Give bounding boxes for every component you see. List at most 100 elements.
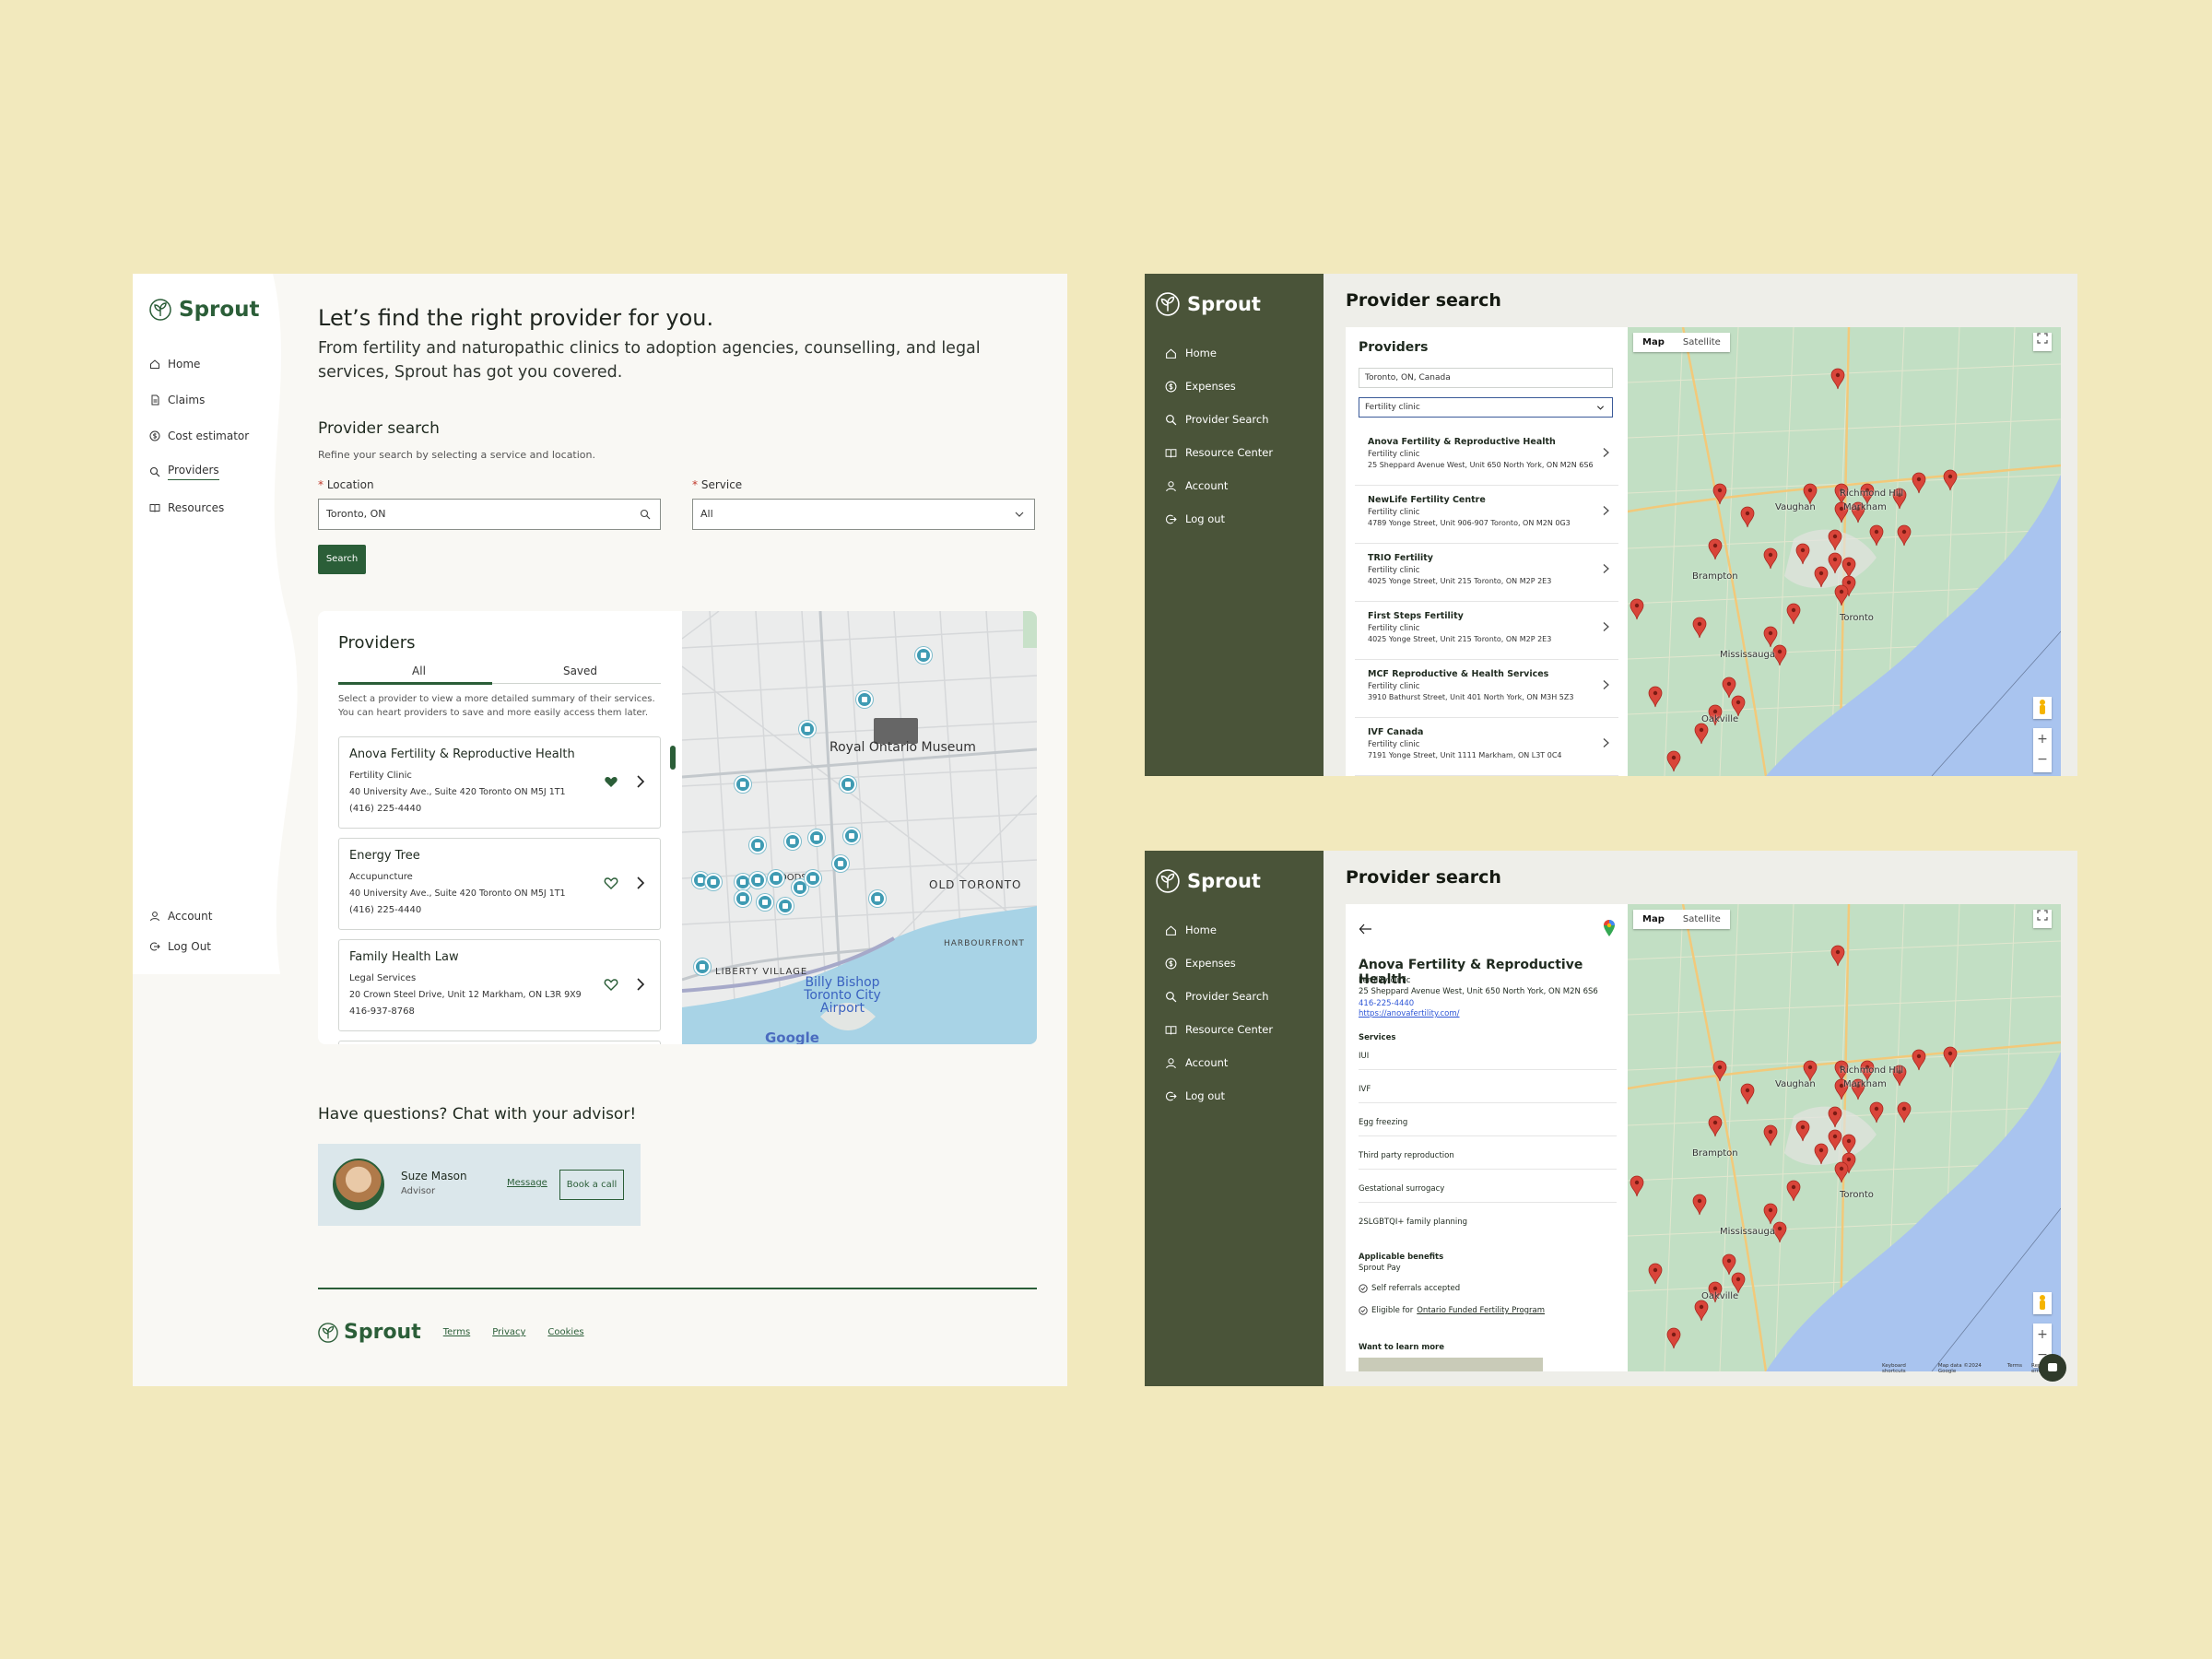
chat-advisor-button[interactable] — [1359, 1358, 1543, 1371]
list-scrollbar[interactable] — [670, 746, 676, 770]
fullscreen-button[interactable] — [2033, 333, 2052, 351]
map-type-satellite-button[interactable]: Satellite — [1674, 333, 1730, 352]
provider-card[interactable]: Energy Tree Accupuncture 40 University A… — [338, 838, 661, 930]
chevron-right-icon[interactable] — [634, 876, 647, 890]
footer-logo[interactable]: Sprout — [318, 1321, 421, 1344]
location-input[interactable]: Toronto, ON, Canada — [1359, 368, 1613, 388]
sidebar-item-resource-center[interactable]: Resource Center — [1165, 1013, 1273, 1046]
heart-outline-icon[interactable] — [604, 876, 618, 890]
map-marker[interactable] — [694, 959, 711, 975]
sidebar-item-expenses[interactable]: Expenses — [1165, 370, 1273, 403]
chevron-right-icon[interactable] — [634, 977, 647, 992]
map-marker[interactable] — [784, 833, 801, 850]
provider-website-link[interactable]: https://anovafertility.com/ — [1359, 1009, 1460, 1018]
zoom-out-button[interactable]: − — [2033, 750, 2052, 772]
map-marker[interactable] — [768, 870, 784, 887]
map-marker[interactable] — [705, 874, 722, 890]
sprout-logo[interactable]: Sprout — [1156, 292, 1261, 316]
map-marker[interactable] — [869, 890, 886, 907]
sidebar-item-account[interactable]: Account — [149, 900, 212, 931]
map-marker[interactable] — [808, 830, 825, 846]
sidebar-item-log-out[interactable]: Log out — [1165, 1079, 1273, 1112]
provider-card[interactable]: Anova Fertility & Reproductive Health Fe… — [338, 736, 661, 829]
footer-link-terms[interactable]: Terms — [443, 1327, 470, 1337]
footer-link-privacy[interactable]: Privacy — [492, 1327, 525, 1337]
map-type-map-button[interactable]: Map — [1633, 910, 1674, 929]
sidebar-item-log-out[interactable]: Log out — [1165, 502, 1273, 535]
tab-all[interactable]: All — [338, 665, 500, 677]
map-terms-link[interactable]: Terms — [2007, 1363, 2022, 1374]
chevron-right-icon[interactable] — [634, 774, 647, 789]
map-marker[interactable] — [799, 721, 816, 737]
back-arrow-icon[interactable] — [1359, 923, 1373, 935]
provider-card[interactable]: Family Health Law Legal Services 20 Crow… — [338, 939, 661, 1031]
message-link[interactable]: Message — [507, 1178, 547, 1188]
map-marker[interactable] — [856, 691, 873, 708]
zoom-in-button[interactable]: + — [2033, 728, 2052, 750]
providers-title: Providers — [1359, 340, 1429, 355]
provider-list-item[interactable]: IVF Canada Fertility clinic 7191 Yonge Str… — [1355, 719, 1618, 776]
provider-list-item[interactable]: MCF Reproductive & Health Services Fertil… — [1355, 661, 1618, 718]
sidebar-item-account[interactable]: Account — [1165, 469, 1273, 502]
provider-phone[interactable]: 416-225-4440 — [1359, 999, 1414, 1008]
sprout-logo[interactable]: Sprout — [1156, 869, 1261, 893]
location-input[interactable]: Toronto, ON — [318, 499, 661, 530]
sidebar-item-providers[interactable]: Providers — [149, 453, 260, 489]
map-keyboard-shortcuts[interactable]: Keyboard shortcuts — [1882, 1363, 1929, 1374]
provider-list-item[interactable]: TRIO Fertility Fertility clinic 4025 Yonge… — [1355, 545, 1618, 602]
map-pin-dot — [1777, 1226, 1783, 1231]
street-view-pegman[interactable] — [2033, 1292, 2052, 1314]
provider-list-item[interactable]: NewLife Fertility Centre Fertility clinic… — [1355, 487, 1618, 544]
sidebar-item-cost-estimator[interactable]: Cost estimator — [149, 418, 260, 453]
sidebar-item-claims[interactable]: Claims — [149, 382, 260, 418]
sprout-logo[interactable]: Sprout — [149, 298, 260, 322]
map-marker[interactable] — [915, 647, 932, 664]
map-marker[interactable] — [757, 894, 773, 911]
sidebar-item-log-out[interactable]: Log Out — [149, 931, 212, 961]
sidebar-item-provider-search[interactable]: Provider Search — [1165, 403, 1273, 436]
footer-link-cookies[interactable]: Cookies — [547, 1327, 583, 1337]
sidebar-item-resource-center[interactable]: Resource Center — [1165, 436, 1273, 469]
ofp-program-link[interactable]: Ontario Funded Fertility Program — [1417, 1306, 1545, 1315]
providers-map[interactable]: Map Satellite Richmond Hill Markham Vaughan B… — [1628, 904, 2061, 1371]
service-select[interactable]: All — [692, 499, 1035, 530]
street-view-pegman[interactable] — [2033, 697, 2052, 719]
sidebar-item-expenses[interactable]: Expenses — [1165, 947, 1273, 980]
map-marker[interactable] — [777, 898, 794, 914]
logout-icon — [1165, 1091, 1177, 1100]
heart-filled-icon[interactable] — [604, 774, 618, 789]
sidebar-item-resources[interactable]: Resources — [149, 489, 260, 525]
map-type-map-button[interactable]: Map — [1633, 333, 1674, 352]
book-call-button[interactable]: Book a call — [559, 1170, 624, 1200]
map-marker[interactable] — [749, 872, 766, 888]
provider-list-item[interactable]: First Steps Fertility Fertility clinic 402… — [1355, 603, 1618, 660]
search-button[interactable]: Search — [318, 545, 366, 574]
providers-map[interactable]: Royal Ontario Museum OLD TORONTO HARBOUR… — [682, 611, 1037, 1044]
map-marker[interactable] — [749, 837, 766, 853]
tab-saved[interactable]: Saved — [500, 665, 661, 677]
map-marker[interactable] — [840, 776, 856, 793]
map-marker[interactable] — [805, 870, 821, 887]
provider-list-item[interactable]: Anova Fertility & Reproductive Health Fer… — [1355, 429, 1618, 486]
map-pin-dot — [1947, 474, 1953, 479]
providers-map[interactable]: Map Satellite Richmond Hill Markham Vaughan B… — [1628, 327, 2061, 776]
provider-category: Fertility clinic — [1368, 450, 1420, 459]
footer-divider — [318, 1288, 1037, 1289]
service-select[interactable]: Fertility clinic — [1359, 397, 1613, 418]
sidebar-item-account[interactable]: Account — [1165, 1046, 1273, 1079]
provider-address: 25 Sheppard Avenue West, Unit 650 North … — [1368, 461, 1594, 469]
map-marker[interactable] — [832, 855, 849, 872]
sidebar-item-home[interactable]: Home — [149, 346, 260, 382]
map-type-satellite-button[interactable]: Satellite — [1674, 910, 1730, 929]
sidebar-item-home[interactable]: Home — [1165, 336, 1273, 370]
sidebar-item-home[interactable]: Home — [1165, 913, 1273, 947]
map-marker[interactable] — [735, 890, 751, 907]
sidebar-item-provider-search[interactable]: Provider Search — [1165, 980, 1273, 1013]
zoom-in-button[interactable]: + — [2033, 1324, 2052, 1346]
google-maps-pin-icon[interactable] — [1602, 919, 1617, 937]
chat-bubble-button[interactable] — [2039, 1354, 2066, 1382]
heart-outline-icon[interactable] — [604, 977, 618, 992]
map-marker[interactable] — [735, 776, 751, 793]
map-marker[interactable] — [843, 828, 860, 844]
fullscreen-button[interactable] — [2033, 910, 2052, 928]
